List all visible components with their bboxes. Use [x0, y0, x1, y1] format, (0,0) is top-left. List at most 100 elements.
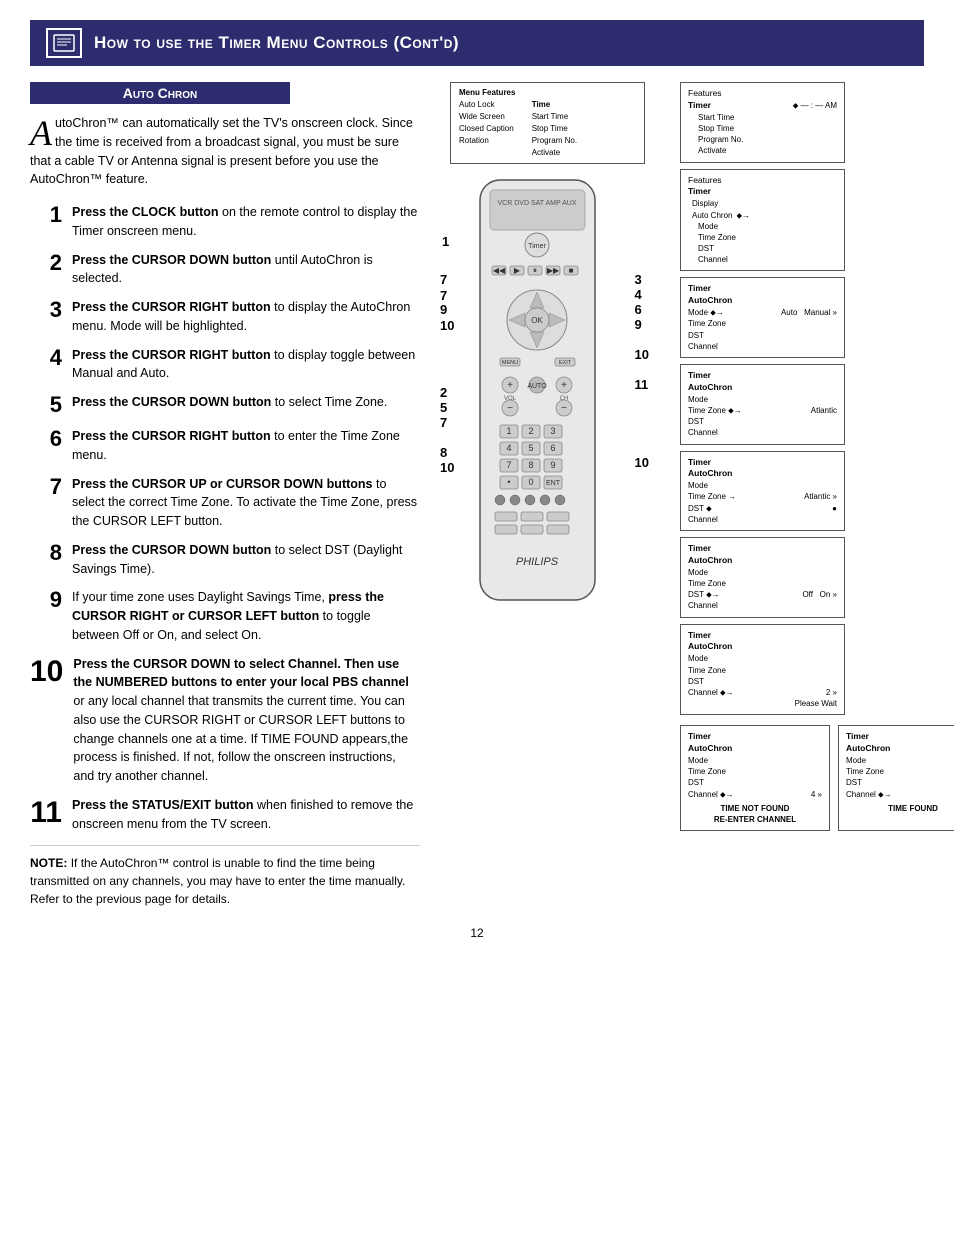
s5-tz-row: Time Zone → Atlantic » — [688, 491, 837, 502]
s7-wait: Please Wait — [688, 698, 837, 709]
step-text-11: Press the STATUS/EXIT button when finish… — [72, 796, 420, 834]
s7-dst: DST — [688, 676, 837, 687]
screen2-row0: Features — [688, 175, 837, 187]
s1-timer: Timer — [688, 100, 711, 112]
svg-text:6: 6 — [550, 443, 555, 453]
remote-svg: VCR DVD SAT AMP AUX Timer ◀◀ ▶ ⏸ — [440, 170, 635, 650]
svg-text:PHILIPS: PHILIPS — [516, 556, 559, 568]
s5-dst-val: ● — [832, 503, 837, 514]
s1-programno: Program No. — [698, 134, 837, 145]
document-icon — [46, 28, 82, 58]
step-8: 8 Press the CURSOR DOWN button to select… — [30, 541, 420, 579]
step-ref-1-label: 1 — [442, 234, 449, 249]
svg-text:0: 0 — [528, 477, 533, 487]
bs1-dst: DST — [688, 777, 822, 788]
step-number-4: 4 — [30, 346, 62, 370]
svg-text:VCR DVD SAT AMP AUX: VCR DVD SAT AMP AUX — [498, 200, 577, 207]
note-text: If the AutoChron™ control is unable to f… — [30, 856, 405, 906]
s2-autochron: Auto Chron — [692, 210, 732, 221]
menu-col-2: Time Start Time Stop Time Program No. Ac… — [532, 99, 577, 159]
steps-list: 1 Press the CLOCK button on the remote c… — [30, 203, 420, 833]
svg-text:ENT: ENT — [546, 480, 561, 487]
svg-text:8: 8 — [528, 460, 533, 470]
s6-dst-row: DST ⬥→ Off On » — [688, 589, 837, 600]
section-title: Auto Chron — [30, 82, 290, 104]
svg-text:5: 5 — [528, 443, 533, 453]
menu-item-closedcaption: Closed Caption — [459, 123, 514, 135]
s5-autochron: AutoChron — [688, 468, 837, 480]
menu-item-widescreen: Wide Screen — [459, 111, 514, 123]
step-number-8: 8 — [30, 541, 62, 565]
step-ref-10b-label: 10 — [635, 455, 649, 470]
top-menu-screen: Menu Features Auto Lock Wide Screen Clos… — [450, 82, 645, 164]
screen-channel-wait: Timer AutoChron Mode Time Zone DST Chann… — [680, 624, 845, 716]
s6-dst-val: Off On » — [802, 589, 837, 600]
step-text-3: Press the CURSOR RIGHT button to display… — [72, 298, 420, 336]
step-number-11: 11 — [30, 796, 62, 829]
step-ref-9-label: 9 — [440, 302, 447, 317]
svg-text:−: − — [561, 403, 567, 414]
step-text-5: Press the CURSOR DOWN button to select T… — [72, 393, 387, 412]
menu-starttime: Start Time — [532, 111, 577, 123]
s3-title: Timer — [688, 283, 837, 295]
s5-dst-label: DST ⬥ — [688, 503, 712, 514]
step-text-1: Press the CLOCK button on the remote con… — [72, 203, 420, 241]
svg-text:▶▶: ▶▶ — [547, 266, 560, 275]
svg-text:4: 4 — [506, 443, 511, 453]
s1-stoptime: Stop Time — [698, 123, 837, 134]
bs1-autochron: AutoChron — [688, 743, 822, 755]
s2-timer: Timer — [688, 186, 711, 198]
bs2-ch-row: Channel ⬥→ 2 » — [846, 789, 954, 800]
step-6: 6 Press the CURSOR RIGHT button to enter… — [30, 427, 420, 465]
left-column: Auto Chron A utoChron™ can automatically… — [30, 82, 420, 908]
step-9: 9 If your time zone uses Daylight Saving… — [30, 588, 420, 644]
step-ref-7-label: 7 — [440, 272, 447, 287]
s6-tz: Time Zone — [688, 578, 837, 589]
s2-channel: Channel — [698, 254, 837, 265]
screens-column: Features Timer⬥ — : — AM Start Time Stop… — [680, 82, 954, 831]
s5-tz: Time Zone → — [688, 491, 736, 502]
s5-ch: Channel — [688, 514, 837, 525]
step-number-9: 9 — [30, 588, 62, 612]
s2-items: Mode Time Zone DST Channel — [688, 221, 837, 266]
s7-mode: Mode — [688, 653, 837, 664]
step-text-8: Press the CURSOR DOWN button to select D… — [72, 541, 420, 579]
s3-mode-row: Mode ⬥→ Auto Manual » — [688, 307, 837, 318]
s3-tz: Time Zone — [688, 318, 837, 329]
bs1-ch-row: Channel ⬥→ 4 » — [688, 789, 822, 800]
screen1-row0: Features — [688, 88, 837, 100]
s7-ch-row: Channel ⬥→ 2 » — [688, 687, 837, 698]
screen-timezone-atlantic: Timer AutoChron Mode Time Zone ⬥→ Atlant… — [680, 364, 845, 445]
menu-columns: Auto Lock Wide Screen Closed Caption Rot… — [459, 99, 636, 159]
s7-autochron: AutoChron — [688, 641, 837, 653]
s7-tz: Time Zone — [688, 665, 837, 676]
menu-features-label: Menu Features — [459, 87, 636, 99]
step-text-2: Press the CURSOR DOWN button until AutoC… — [72, 251, 420, 289]
step-number-1: 1 — [30, 203, 62, 227]
menu-programno: Program No. — [532, 135, 577, 147]
screen-dst-selected: Timer AutoChron Mode Time Zone → Atlanti… — [680, 451, 845, 532]
s5-title: Timer — [688, 457, 837, 469]
s6-mode: Mode — [688, 567, 837, 578]
step-7: 7 Press the CURSOR UP or CURSOR DOWN but… — [30, 475, 420, 531]
bs1-ch-val: 4 » — [811, 789, 822, 800]
svg-text:◀◀: ◀◀ — [493, 266, 506, 275]
svg-text:AUTO: AUTO — [527, 383, 547, 390]
s7-ch-label: Channel ⬥→ — [688, 687, 734, 698]
svg-text:■: ■ — [569, 266, 574, 275]
step-text-7: Press the CURSOR UP or CURSOR DOWN butto… — [72, 475, 420, 531]
step-text-6: Press the CURSOR RIGHT button to enter t… — [72, 427, 420, 465]
step-number-5: 5 — [30, 393, 62, 417]
bs2-autochron: AutoChron — [846, 743, 954, 755]
step-3: 3 Press the CURSOR RIGHT button to displ… — [30, 298, 420, 336]
step-ref-3-label: 34691011 — [635, 272, 649, 392]
bs1-ch-label: Channel ⬥→ — [688, 789, 734, 800]
menu-activate: Activate — [532, 147, 577, 159]
bs1-tz: Time Zone — [688, 766, 822, 777]
svg-text:+: + — [507, 380, 513, 391]
step-2: 2 Press the CURSOR DOWN button until Aut… — [30, 251, 420, 289]
note-section: NOTE: If the AutoChron™ control is unabl… — [30, 845, 420, 908]
screen-time-found: Timer AutoChron Mode Time Zone DST Chann… — [838, 725, 954, 831]
svg-text:•: • — [507, 477, 510, 487]
right-panel: Menu Features Auto Lock Wide Screen Clos… — [440, 82, 954, 831]
